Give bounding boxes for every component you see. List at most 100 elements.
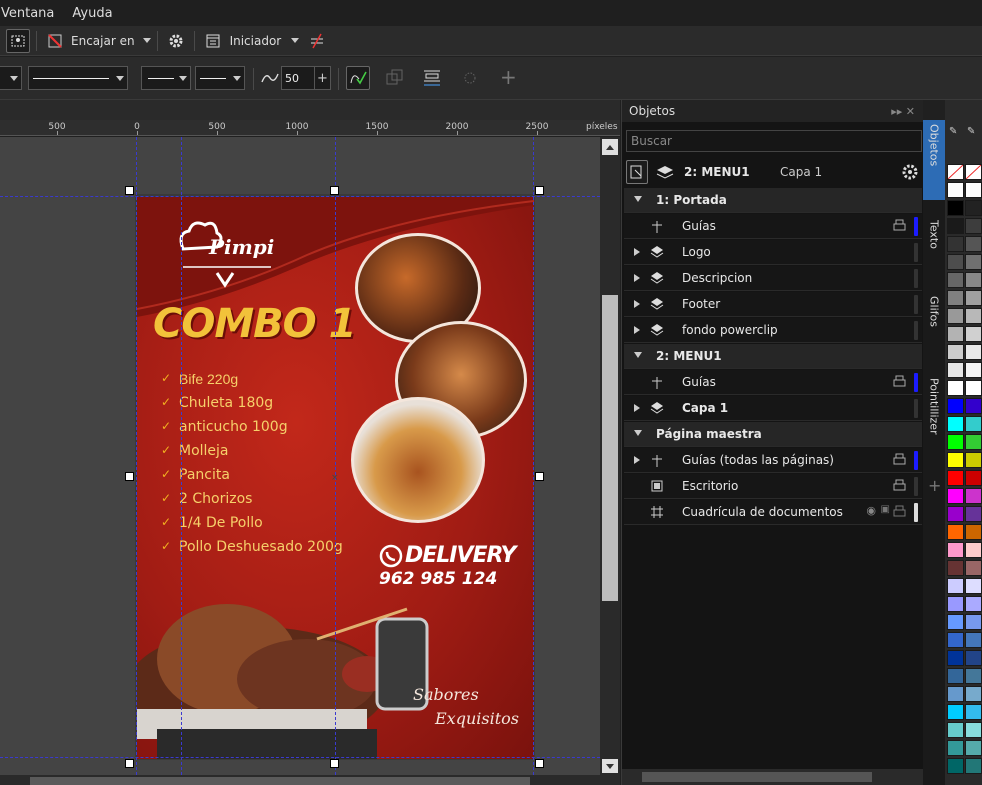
color-swatch[interactable]	[965, 452, 982, 468]
snap-off-icon[interactable]	[43, 29, 67, 53]
color-swatch[interactable]	[947, 416, 964, 432]
tree-row-layer-footer[interactable]: Footer	[624, 292, 922, 317]
expand-icon[interactable]	[634, 404, 640, 412]
color-swatch[interactable]	[965, 470, 982, 486]
scroll-down-button[interactable]	[602, 759, 618, 773]
color-swatch[interactable]	[965, 524, 982, 540]
no-color-swatch[interactable]	[965, 164, 982, 180]
selection-handle[interactable]	[330, 759, 339, 768]
scroll-up-button[interactable]	[602, 139, 618, 155]
selection-handle[interactable]	[125, 759, 134, 768]
color-swatch[interactable]	[947, 218, 964, 234]
color-swatch[interactable]	[947, 722, 964, 738]
smoothing-slider-button[interactable]: +	[314, 66, 331, 90]
color-swatch[interactable]	[947, 614, 964, 630]
expand-icon[interactable]	[634, 274, 640, 282]
color-swatch[interactable]	[965, 362, 982, 378]
align-icon[interactable]	[422, 68, 442, 91]
expand-icon[interactable]	[634, 300, 640, 308]
gear-icon[interactable]	[900, 162, 920, 185]
vertical-scrollbar[interactable]	[600, 137, 620, 775]
color-swatch[interactable]	[965, 758, 982, 774]
color-swatch[interactable]	[947, 704, 964, 720]
color-swatch[interactable]	[947, 524, 964, 540]
color-swatch[interactable]	[965, 488, 982, 504]
color-swatch[interactable]	[965, 542, 982, 558]
color-swatch[interactable]	[965, 236, 982, 252]
tree-row-layer-descripcion[interactable]: Descripcion	[624, 266, 922, 291]
guide-line[interactable]	[335, 137, 336, 775]
curve-check-icon[interactable]	[346, 66, 370, 90]
color-swatch[interactable]	[965, 668, 982, 684]
color-swatch[interactable]	[947, 470, 964, 486]
color-swatch[interactable]	[947, 308, 964, 324]
guide-line[interactable]	[0, 196, 600, 197]
eye-icon[interactable]: ◉	[866, 504, 876, 517]
scroll-thumb[interactable]	[30, 777, 530, 785]
tree-row-guides[interactable]: Guías	[624, 370, 922, 395]
selection-handle[interactable]	[535, 186, 544, 195]
color-swatch[interactable]	[965, 398, 982, 414]
color-swatch[interactable]	[947, 596, 964, 612]
tree-row-document-grid[interactable]: Cuadrícula de documentos ◉ ▣	[624, 500, 922, 525]
color-swatch[interactable]	[947, 362, 964, 378]
color-swatch[interactable]	[965, 416, 982, 432]
guide-line[interactable]	[136, 137, 137, 775]
color-swatch[interactable]	[947, 290, 964, 306]
color-swatch[interactable]	[965, 722, 982, 738]
tree-row-layer-fondo[interactable]: fondo powerclip	[624, 318, 922, 343]
color-swatch[interactable]	[947, 344, 964, 360]
tree-row-desktop[interactable]: Escritorio	[624, 474, 922, 499]
horizontal-scrollbar[interactable]	[0, 775, 620, 785]
color-swatch[interactable]	[965, 434, 982, 450]
collapse-icon[interactable]	[634, 430, 642, 436]
color-swatch[interactable]	[947, 182, 964, 198]
color-swatch[interactable]	[965, 560, 982, 576]
scroll-thumb[interactable]	[602, 295, 618, 601]
expand-icon[interactable]	[634, 456, 640, 464]
color-swatch[interactable]	[947, 236, 964, 252]
color-swatch[interactable]	[965, 596, 982, 612]
select-frame-icon[interactable]	[6, 28, 30, 53]
start-arrow-dropdown[interactable]	[141, 66, 191, 90]
selection-handle[interactable]	[125, 472, 134, 481]
color-swatch[interactable]	[947, 488, 964, 504]
printer-icon[interactable]	[893, 453, 906, 466]
flip-icon[interactable]	[305, 29, 329, 53]
color-swatch[interactable]	[947, 506, 964, 522]
collapse-icon[interactable]	[634, 352, 642, 358]
tab-glifos[interactable]: Glifos	[923, 292, 945, 352]
color-swatch[interactable]	[947, 560, 964, 576]
color-swatch[interactable]	[965, 704, 982, 720]
selection-handle[interactable]	[330, 186, 339, 195]
search-input[interactable]: Buscar	[626, 130, 922, 152]
color-swatch[interactable]	[965, 182, 982, 198]
gear-icon[interactable]	[164, 29, 188, 53]
color-swatch[interactable]	[965, 632, 982, 648]
color-swatch[interactable]	[965, 740, 982, 756]
color-swatch[interactable]	[947, 650, 964, 666]
color-swatch[interactable]	[947, 542, 964, 558]
tree-row-layer-logo[interactable]: Logo	[624, 240, 922, 265]
color-swatch[interactable]	[947, 434, 964, 450]
color-swatch[interactable]	[965, 308, 982, 324]
printer-icon[interactable]	[893, 219, 906, 232]
color-swatch[interactable]	[947, 452, 964, 468]
color-swatch[interactable]	[965, 686, 982, 702]
lock-icon[interactable]: ▣	[881, 504, 890, 515]
menu-ayuda[interactable]: Ayuda	[63, 6, 121, 21]
color-swatch[interactable]	[965, 326, 982, 342]
color-swatch[interactable]	[947, 200, 964, 216]
color-swatch[interactable]	[947, 578, 964, 594]
tab-texto[interactable]: Texto	[923, 216, 945, 276]
color-swatch[interactable]	[965, 272, 982, 288]
color-swatch[interactable]	[947, 668, 964, 684]
eyedropper-icon[interactable]: ✎	[949, 126, 957, 137]
color-swatch[interactable]	[965, 290, 982, 306]
tab-objetos[interactable]: Objetos	[923, 120, 945, 200]
printer-icon[interactable]	[893, 375, 906, 388]
close-icon[interactable]: ▸▸ ✕	[891, 105, 915, 118]
line-style-dropdown[interactable]	[28, 66, 128, 90]
panel-hscrollbar[interactable]	[622, 769, 924, 785]
tab-pointillizer[interactable]: Pointillizer	[923, 374, 945, 464]
